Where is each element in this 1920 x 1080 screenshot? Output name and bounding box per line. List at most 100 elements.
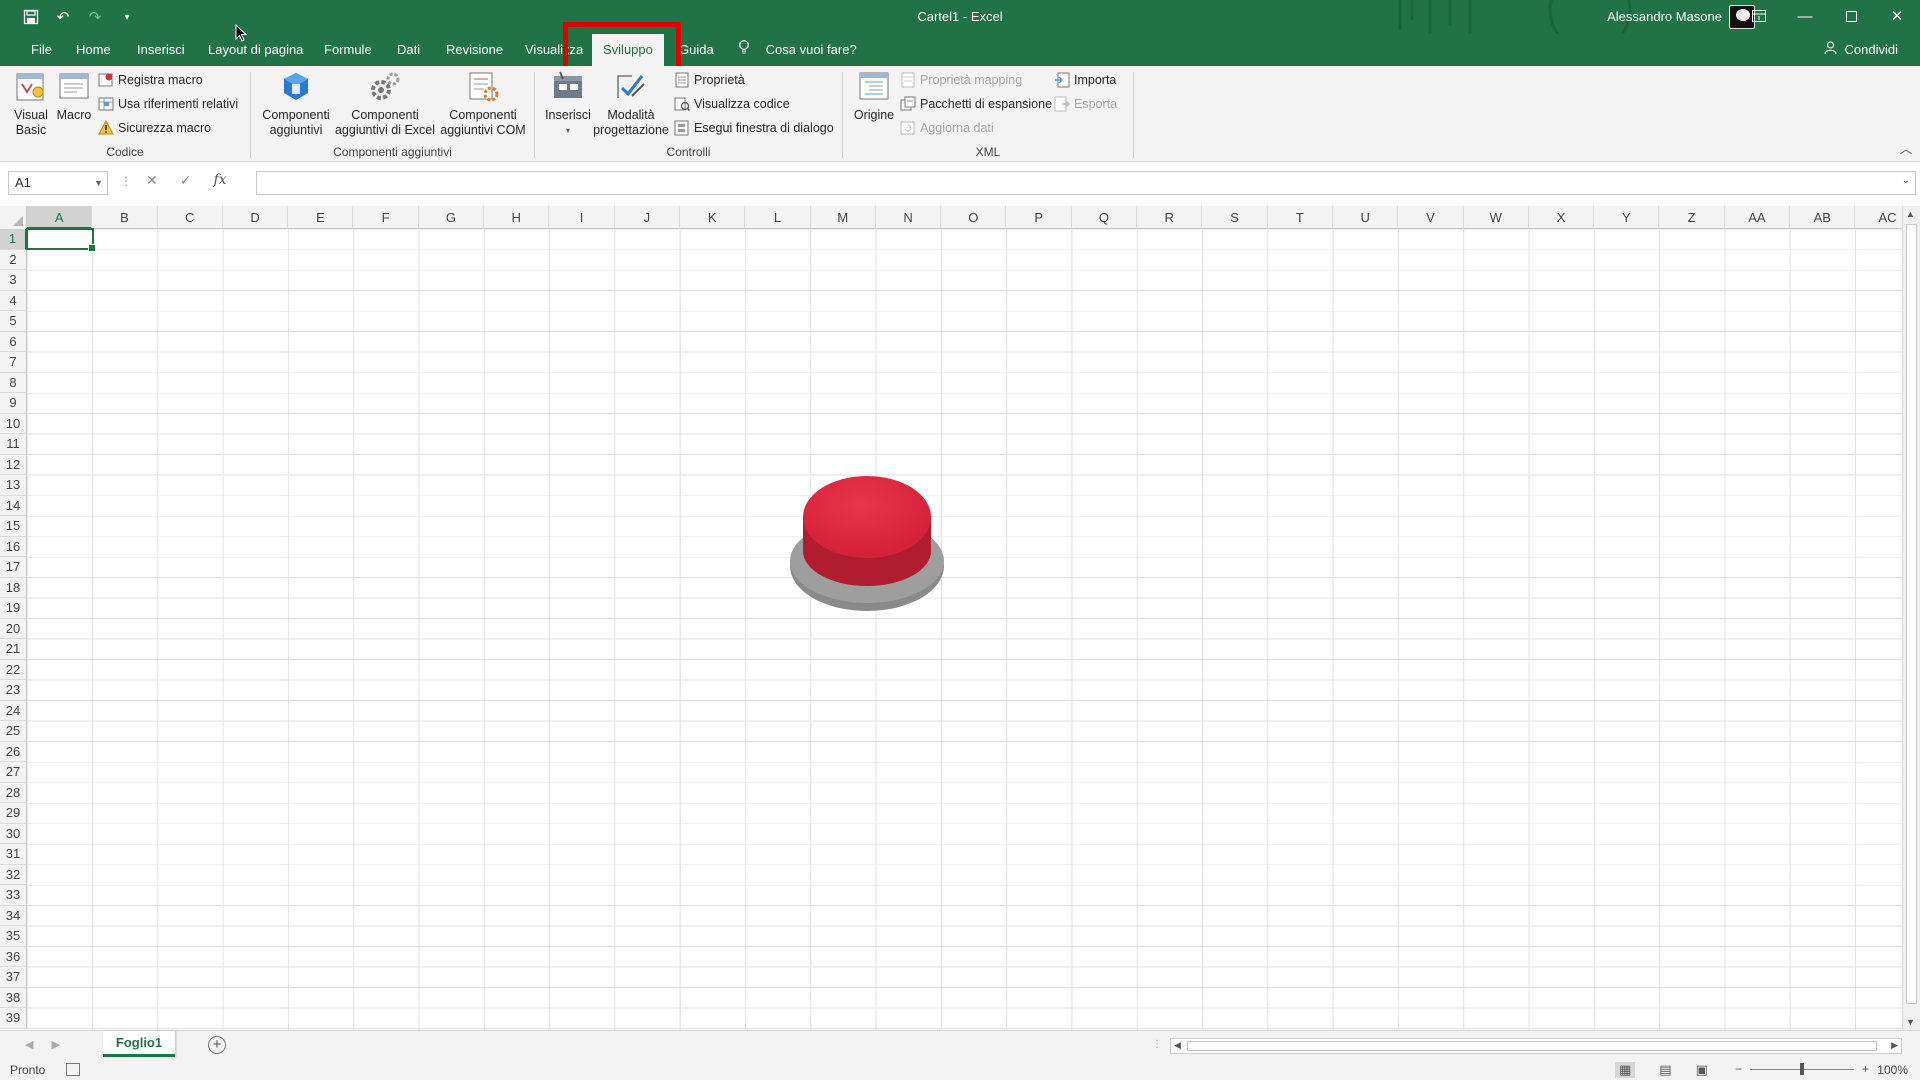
row-header[interactable]: 17 (0, 557, 27, 578)
row-header[interactable]: 27 (0, 762, 27, 783)
zoom-slider[interactable] (1750, 1062, 1855, 1075)
tell-me-search[interactable]: Cosa vuoi fare? (738, 34, 857, 66)
inserisci-controllo-button[interactable]: Inserisci ▾ (540, 70, 596, 138)
column-header[interactable]: A (27, 206, 93, 229)
column-header[interactable]: D (223, 206, 289, 229)
column-header[interactable]: U (1333, 206, 1399, 229)
column-header[interactable]: J (615, 206, 680, 229)
tab-splitter[interactable]: ⋮ (1152, 1039, 1162, 1050)
row-header[interactable]: 21 (0, 639, 27, 660)
esporta-button[interactable]: Esporta (1054, 93, 1117, 115)
scroll-up-icon[interactable]: ▲ (1906, 209, 1915, 219)
aggiorna-dati-button[interactable]: Aggiorna dati (900, 117, 994, 139)
column-header[interactable]: R (1137, 206, 1203, 229)
row-header[interactable]: 24 (0, 700, 27, 721)
horizontal-scroll-thumb[interactable] (1187, 1041, 1877, 1051)
name-box[interactable]: A1 ▼ (8, 171, 108, 195)
column-header[interactable]: AA (1725, 206, 1791, 229)
collapse-ribbon-icon[interactable]: ︿ (1900, 140, 1912, 157)
row-header[interactable]: 30 (0, 823, 27, 844)
row-header[interactable]: 14 (0, 495, 27, 516)
column-header[interactable]: Q (1072, 206, 1138, 229)
vertical-scroll-thumb[interactable] (1906, 224, 1917, 1004)
column-header[interactable]: C (158, 206, 223, 229)
column-header[interactable]: Z (1660, 206, 1725, 229)
tab-inserisci[interactable]: Inserisci (126, 34, 196, 66)
usa-riferimenti-button[interactable]: Usa riferimenti relativi (98, 93, 238, 115)
sheet-tab-foglio1[interactable]: Foglio1 (103, 1031, 175, 1057)
row-header[interactable]: 22 (0, 659, 27, 680)
tab-formule[interactable]: Formule (313, 34, 383, 66)
row-header[interactable]: 33 (0, 885, 27, 906)
row-header[interactable]: 6 (0, 331, 27, 352)
proprieta-button[interactable]: Proprietà (674, 69, 745, 91)
row-header[interactable]: 25 (0, 721, 27, 742)
row-header[interactable]: 32 (0, 864, 27, 885)
componenti-excel-button[interactable]: Componenti aggiuntivi di Excel (333, 70, 437, 138)
sicurezza-macro-button[interactable]: Sicurezza macro (98, 117, 211, 139)
zoom-level[interactable]: 100% (1877, 1063, 1908, 1077)
active-cell[interactable] (26, 228, 96, 252)
tab-file[interactable]: File (20, 34, 63, 66)
zoom-out-icon[interactable]: − (1735, 1062, 1742, 1076)
visual-basic-button[interactable]: Visual Basic (8, 70, 54, 138)
expand-formula-bar-icon[interactable]: ⌄ (1902, 175, 1910, 186)
row-header[interactable]: 20 (0, 618, 27, 639)
column-header[interactable]: M (811, 206, 876, 229)
macro-button[interactable]: Macro (54, 70, 94, 123)
row-header[interactable]: 7 (0, 352, 27, 373)
scroll-left-icon[interactable]: ◀ (1174, 1040, 1181, 1051)
row-header[interactable]: 19 (0, 598, 27, 619)
column-header[interactable]: H (484, 206, 550, 229)
scroll-down-icon[interactable]: ▼ (1906, 1017, 1915, 1027)
row-header[interactable]: 29 (0, 803, 27, 824)
proprieta-mapping-button[interactable]: Proprietà mapping (900, 69, 1022, 91)
row-header[interactable]: 23 (0, 680, 27, 701)
normal-view-icon[interactable]: ▦ (1615, 1062, 1636, 1078)
ribbon-display-icon[interactable] (1736, 0, 1782, 32)
importa-button[interactable]: Importa (1054, 69, 1116, 91)
formula-input[interactable]: ⌄ (256, 171, 1916, 195)
horizontal-scrollbar[interactable]: ◀ ▶ (1170, 1038, 1902, 1054)
cancel-icon[interactable]: ✕ (146, 172, 158, 189)
row-header[interactable]: 8 (0, 372, 27, 393)
row-header[interactable]: 11 (0, 434, 27, 455)
tab-revisione[interactable]: Revisione (435, 34, 514, 66)
column-header[interactable]: I (549, 206, 615, 229)
close-icon[interactable]: ✕ (1874, 0, 1920, 32)
red-button-shape[interactable] (788, 473, 946, 613)
sheet-nav-arrows[interactable]: ◀▶ (25, 1038, 78, 1051)
tab-home[interactable]: Home (65, 34, 122, 66)
row-header[interactable]: 15 (0, 516, 27, 537)
plus-icon[interactable]: + (208, 1036, 226, 1054)
column-header[interactable]: V (1398, 206, 1464, 229)
tab-layout[interactable]: Layout di pagina (197, 34, 314, 66)
column-header[interactable]: K (680, 206, 746, 229)
row-header[interactable]: 28 (0, 782, 27, 803)
macro-record-icon[interactable] (66, 1063, 80, 1076)
maximize-icon[interactable] (1828, 0, 1874, 32)
row-header[interactable]: 38 (0, 987, 27, 1008)
origine-button[interactable]: Origine (851, 70, 897, 123)
row-header[interactable]: 12 (0, 454, 27, 475)
row-header[interactable]: 2 (0, 249, 27, 270)
tab-dati[interactable]: Dati (386, 34, 431, 66)
componenti-aggiuntivi-button[interactable]: Componenti aggiuntivi (257, 70, 335, 138)
column-header[interactable]: X (1529, 206, 1595, 229)
insert-function-icon[interactable]: fx (213, 172, 226, 189)
page-layout-view-icon[interactable]: ▤ (1659, 1062, 1671, 1078)
modalita-progettazione-button[interactable]: Modalità progettazione (591, 70, 671, 138)
componenti-com-button[interactable]: Componenti aggiuntivi COM (435, 70, 531, 138)
row-header[interactable]: 31 (0, 844, 27, 865)
vertical-scrollbar[interactable]: ▲ ▼ (1902, 206, 1920, 1030)
row-header[interactable]: 9 (0, 393, 27, 414)
row-header[interactable]: 26 (0, 741, 27, 762)
column-header[interactable]: P (1007, 206, 1072, 229)
column-header[interactable]: Y (1594, 206, 1660, 229)
cells-area[interactable] (27, 229, 1902, 1030)
share-button[interactable]: Condividi (1824, 34, 1898, 66)
column-header[interactable]: N (876, 206, 942, 229)
user-name[interactable]: Alessandro Masone (1607, 9, 1722, 24)
scroll-right-icon[interactable]: ▶ (1891, 1040, 1898, 1051)
column-header[interactable]: L (745, 206, 811, 229)
